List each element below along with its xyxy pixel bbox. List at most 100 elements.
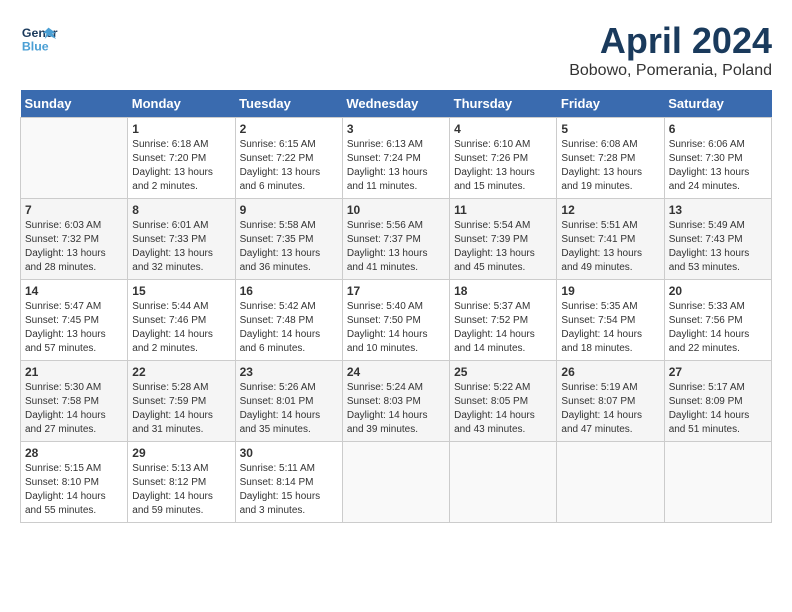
calendar-cell: 17 Sunrise: 5:40 AMSunset: 7:50 PMDayligh… (342, 280, 449, 361)
day-info: Sunrise: 6:03 AMSunset: 7:32 PMDaylight:… (25, 219, 123, 275)
calendar-cell: 7 Sunrise: 6:03 AMSunset: 7:32 PMDaylight… (21, 199, 128, 280)
calendar-cell: 13 Sunrise: 5:49 AMSunset: 7:43 PMDayligh… (664, 199, 771, 280)
day-info: Sunrise: 6:13 AMSunset: 7:24 PMDaylight:… (347, 138, 445, 194)
calendar-week-1: 1 Sunrise: 6:18 AMSunset: 7:20 PMDaylight… (21, 118, 772, 199)
calendar-cell: 6 Sunrise: 6:06 AMSunset: 7:30 PMDaylight… (664, 118, 771, 199)
calendar-cell: 14Sunrise: 5:47 AMSunset: 7:45 PMDayligh… (21, 280, 128, 361)
day-number: 12 (561, 203, 659, 217)
day-info: Sunrise: 5:47 AMSunset: 7:45 PMDaylight:… (25, 300, 123, 356)
calendar-cell: 16Sunrise: 5:42 AMSunset: 7:48 PMDayligh… (235, 280, 342, 361)
calendar-cell: 19Sunrise: 5:35 AMSunset: 7:54 PMDayligh… (557, 280, 664, 361)
day-number: 25 (454, 365, 552, 379)
title-area: April 2024 Bobowo, Pomerania, Poland (569, 20, 772, 80)
calendar-cell: 21Sunrise: 5:30 AMSunset: 7:58 PMDayligh… (21, 361, 128, 442)
day-info: Sunrise: 5:11 AMSunset: 8:14 PMDaylight:… (240, 462, 338, 518)
calendar-cell: 4 Sunrise: 6:10 AMSunset: 7:26 PMDaylight… (450, 118, 557, 199)
day-number: 13 (669, 203, 767, 217)
day-number: 28 (25, 446, 123, 460)
day-info: Sunrise: 5:17 AMSunset: 8:09 PMDaylight:… (669, 381, 767, 437)
calendar-header-row: SundayMondayTuesdayWednesdayThursdayFrid… (21, 90, 772, 118)
calendar-cell: 18Sunrise: 5:37 AMSunset: 7:52 PMDayligh… (450, 280, 557, 361)
day-info: Sunrise: 6:06 AMSunset: 7:30 PMDaylight:… (669, 138, 767, 194)
calendar-cell: 28 Sunrise: 5:15 AMSunset: 8:10 PMDayligh… (21, 442, 128, 523)
calendar-cell: 10Sunrise: 5:56 AMSunset: 7:37 PMDayligh… (342, 199, 449, 280)
day-number: 17 (347, 284, 445, 298)
day-info: Sunrise: 5:13 AMSunset: 8:12 PMDaylight:… (132, 462, 230, 518)
day-info: Sunrise: 5:40 AMSunset: 7:50 PMDaylight:… (347, 300, 445, 356)
day-number: 9 (240, 203, 338, 217)
calendar-cell: 30 Sunrise: 5:11 AMSunset: 8:14 PMDayligh… (235, 442, 342, 523)
day-header-monday: Monday (128, 90, 235, 118)
calendar-cell: 3Sunrise: 6:13 AMSunset: 7:24 PMDaylight… (342, 118, 449, 199)
day-info: Sunrise: 5:26 AMSunset: 8:01 PMDaylight:… (240, 381, 338, 437)
day-number: 16 (240, 284, 338, 298)
calendar-cell: 15 Sunrise: 5:44 AMSunset: 7:46 PMDayligh… (128, 280, 235, 361)
calendar-table: SundayMondayTuesdayWednesdayThursdayFrid… (20, 90, 772, 523)
day-number: 24 (347, 365, 445, 379)
day-info: Sunrise: 6:01 AMSunset: 7:33 PMDaylight:… (132, 219, 230, 275)
calendar-cell: 25 Sunrise: 5:22 AMSunset: 8:05 PMDayligh… (450, 361, 557, 442)
day-number: 6 (669, 122, 767, 136)
day-number: 22 (132, 365, 230, 379)
calendar-week-3: 14Sunrise: 5:47 AMSunset: 7:45 PMDayligh… (21, 280, 772, 361)
day-number: 15 (132, 284, 230, 298)
day-header-sunday: Sunday (21, 90, 128, 118)
day-number: 11 (454, 203, 552, 217)
day-number: 7 (25, 203, 123, 217)
day-info: Sunrise: 6:15 AMSunset: 7:22 PMDaylight:… (240, 138, 338, 194)
day-number: 30 (240, 446, 338, 460)
day-number: 23 (240, 365, 338, 379)
page-header: General Blue April 2024 Bobowo, Pomerani… (20, 20, 772, 80)
day-info: Sunrise: 5:22 AMSunset: 8:05 PMDaylight:… (454, 381, 552, 437)
day-number: 10 (347, 203, 445, 217)
logo-icon: General Blue (20, 20, 58, 58)
calendar-cell (450, 442, 557, 523)
day-info: Sunrise: 5:33 AMSunset: 7:56 PMDaylight:… (669, 300, 767, 356)
calendar-cell: 12 Sunrise: 5:51 AMSunset: 7:41 PMDayligh… (557, 199, 664, 280)
calendar-cell: 2 Sunrise: 6:15 AMSunset: 7:22 PMDaylight… (235, 118, 342, 199)
day-info: Sunrise: 5:15 AMSunset: 8:10 PMDaylight:… (25, 462, 123, 518)
day-info: Sunrise: 5:24 AMSunset: 8:03 PMDaylight:… (347, 381, 445, 437)
calendar-week-4: 21Sunrise: 5:30 AMSunset: 7:58 PMDayligh… (21, 361, 772, 442)
svg-text:Blue: Blue (22, 39, 49, 53)
calendar-cell (21, 118, 128, 199)
calendar-cell: 11 Sunrise: 5:54 AMSunset: 7:39 PMDayligh… (450, 199, 557, 280)
day-header-thursday: Thursday (450, 90, 557, 118)
calendar-cell: 22 Sunrise: 5:28 AMSunset: 7:59 PMDayligh… (128, 361, 235, 442)
calendar-cell: 20 Sunrise: 5:33 AMSunset: 7:56 PMDayligh… (664, 280, 771, 361)
calendar-cell: 26 Sunrise: 5:19 AMSunset: 8:07 PMDayligh… (557, 361, 664, 442)
day-number: 19 (561, 284, 659, 298)
day-number: 8 (132, 203, 230, 217)
day-number: 4 (454, 122, 552, 136)
day-header-tuesday: Tuesday (235, 90, 342, 118)
day-number: 2 (240, 122, 338, 136)
calendar-cell: 24 Sunrise: 5:24 AMSunset: 8:03 PMDayligh… (342, 361, 449, 442)
day-info: Sunrise: 6:10 AMSunset: 7:26 PMDaylight:… (454, 138, 552, 194)
day-number: 5 (561, 122, 659, 136)
calendar-cell (557, 442, 664, 523)
calendar-week-2: 7 Sunrise: 6:03 AMSunset: 7:32 PMDaylight… (21, 199, 772, 280)
day-info: Sunrise: 5:49 AMSunset: 7:43 PMDaylight:… (669, 219, 767, 275)
calendar-cell: 29Sunrise: 5:13 AMSunset: 8:12 PMDayligh… (128, 442, 235, 523)
day-header-friday: Friday (557, 90, 664, 118)
day-info: Sunrise: 5:19 AMSunset: 8:07 PMDaylight:… (561, 381, 659, 437)
calendar-cell: 8 Sunrise: 6:01 AMSunset: 7:33 PMDaylight… (128, 199, 235, 280)
calendar-cell: 5Sunrise: 6:08 AMSunset: 7:28 PMDaylight… (557, 118, 664, 199)
day-number: 27 (669, 365, 767, 379)
day-info: Sunrise: 5:28 AMSunset: 7:59 PMDaylight:… (132, 381, 230, 437)
logo: General Blue (20, 20, 58, 58)
day-info: Sunrise: 5:44 AMSunset: 7:46 PMDaylight:… (132, 300, 230, 356)
calendar-cell: 1 Sunrise: 6:18 AMSunset: 7:20 PMDaylight… (128, 118, 235, 199)
calendar-cell: 23 Sunrise: 5:26 AMSunset: 8:01 PMDayligh… (235, 361, 342, 442)
day-number: 21 (25, 365, 123, 379)
day-number: 20 (669, 284, 767, 298)
day-header-saturday: Saturday (664, 90, 771, 118)
calendar-cell: 9Sunrise: 5:58 AMSunset: 7:35 PMDaylight… (235, 199, 342, 280)
day-info: Sunrise: 5:51 AMSunset: 7:41 PMDaylight:… (561, 219, 659, 275)
day-number: 1 (132, 122, 230, 136)
day-info: Sunrise: 6:18 AMSunset: 7:20 PMDaylight:… (132, 138, 230, 194)
calendar-body: 1 Sunrise: 6:18 AMSunset: 7:20 PMDaylight… (21, 118, 772, 523)
day-info: Sunrise: 5:54 AMSunset: 7:39 PMDaylight:… (454, 219, 552, 275)
calendar-cell (342, 442, 449, 523)
day-number: 26 (561, 365, 659, 379)
